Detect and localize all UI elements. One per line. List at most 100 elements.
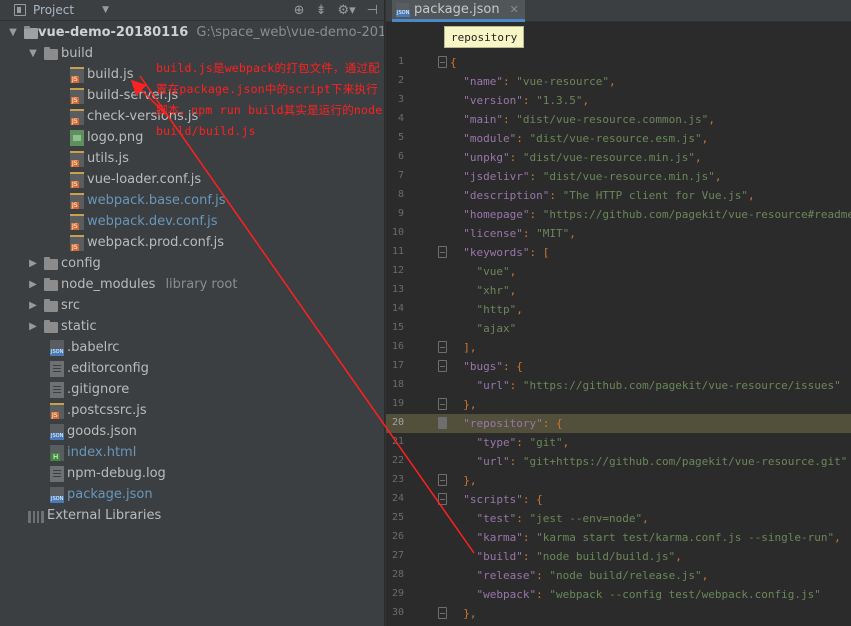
tree-file-row[interactable]: package.json <box>0 484 384 505</box>
line-number: 11 <box>391 246 404 257</box>
code-line[interactable]: 24 "scripts": { <box>386 490 851 509</box>
code-line[interactable]: 22 "url": "git+https://github.com/pageki… <box>386 452 851 471</box>
code-text: "version": "1.3.5", <box>463 94 590 107</box>
hide-icon[interactable]: ⊣ <box>367 3 378 18</box>
line-number: 4 <box>397 113 404 124</box>
js-file-icon <box>70 193 84 209</box>
collapse-icon[interactable]: ⇟ <box>316 3 327 18</box>
code-line[interactable]: 23 }, <box>386 471 851 490</box>
code-line[interactable]: 15 "ajax" <box>386 319 851 338</box>
code-line[interactable]: 11 "keywords": [ <box>386 243 851 262</box>
tree-item-label: .babelrc <box>67 340 120 355</box>
collapsed-arrow-icon[interactable]: ▶ <box>28 258 38 269</box>
code-line[interactable]: 28 "release": "node build/release.js", <box>386 566 851 585</box>
tree-folder-row[interactable]: ▼ vue-demo-20180116 G:\space_web\vue-demo-… <box>0 22 384 43</box>
code-line[interactable]: 19 }, <box>386 395 851 414</box>
library-root-note: library root <box>165 277 238 292</box>
line-number: 25 <box>391 512 404 523</box>
project-view-selector[interactable]: Project <box>33 3 74 17</box>
code-line[interactable]: 7 "jsdelivr": "dist/vue-resource.min.js"… <box>386 167 851 186</box>
line-number: 5 <box>397 132 404 143</box>
fold-marker-icon[interactable] <box>438 398 447 410</box>
tree-file-row[interactable]: .postcssrc.js <box>0 400 384 421</box>
code-line[interactable]: 6 "unpkg": "dist/vue-resource.min.js", <box>386 148 851 167</box>
code-line[interactable]: 14 "http", <box>386 300 851 319</box>
txt-file-icon <box>50 466 64 482</box>
tree-folder-row[interactable]: ▶ src <box>0 295 384 316</box>
target-icon[interactable]: ⊕ <box>294 3 305 18</box>
code-line[interactable]: 26 "karma": "karma start test/karma.conf… <box>386 528 851 547</box>
tree-file-row[interactable]: goods.json <box>0 421 384 442</box>
gear-icon[interactable]: ⚙▾ <box>337 3 355 18</box>
tree-folder-row[interactable]: ▶ config <box>0 253 384 274</box>
code-line[interactable]: 17 "bugs": { <box>386 357 851 376</box>
tree-file-row[interactable]: webpack.dev.conf.js <box>0 211 384 232</box>
tree-folder-row[interactable]: ▶ node_modules library root <box>0 274 384 295</box>
tree-file-row[interactable]: utils.js <box>0 148 384 169</box>
txt-file-icon <box>50 361 64 377</box>
tree-file-row[interactable]: .gitignore <box>0 379 384 400</box>
collapsed-arrow-icon[interactable]: ▶ <box>28 279 38 290</box>
line-number: 20 <box>391 417 404 428</box>
line-number: 30 <box>391 607 404 618</box>
code-line[interactable]: 8 "description": "The HTTP client for Vu… <box>386 186 851 205</box>
tree-file-row[interactable]: npm-debug.log <box>0 463 384 484</box>
tree-file-row[interactable]: .editorconfig <box>0 358 384 379</box>
project-icon <box>14 4 26 16</box>
code-line[interactable]: 13 "xhr", <box>386 281 851 300</box>
tab-package-json[interactable]: package.json ✕ <box>392 0 525 22</box>
code-line[interactable]: 29 "webpack": "webpack --config test/web… <box>386 585 851 604</box>
expanded-arrow-icon[interactable]: ▼ <box>28 48 38 59</box>
fold-marker-icon[interactable] <box>438 341 447 353</box>
tree-file-row[interactable]: External Libraries <box>0 505 384 526</box>
json-file-icon <box>50 487 65 503</box>
code-line[interactable]: 10 "license": "MIT", <box>386 224 851 243</box>
tree-file-row[interactable]: webpack.base.conf.js <box>0 190 384 211</box>
chevron-down-icon[interactable]: ▼ <box>102 5 109 15</box>
code-line[interactable]: 25 "test": "jest --env=node", <box>386 509 851 528</box>
close-icon[interactable]: ✕ <box>510 3 519 16</box>
tree-file-row[interactable]: .babelrc <box>0 337 384 358</box>
html-file-icon <box>50 445 64 461</box>
tree-item-label: build.js <box>87 67 134 82</box>
folder-icon <box>44 47 58 60</box>
code-line[interactable]: 5 "module": "dist/vue-resource.esm.js", <box>386 129 851 148</box>
collapsed-arrow-icon[interactable]: ▶ <box>28 300 38 311</box>
code-line[interactable]: 4 "main": "dist/vue-resource.common.js", <box>386 110 851 129</box>
code-line[interactable]: 12 "vue", <box>386 262 851 281</box>
tree-file-row[interactable]: vue-loader.conf.js <box>0 169 384 190</box>
tab-label: package.json <box>414 2 500 17</box>
line-number: 29 <box>391 588 404 599</box>
code-text: "name": "vue-resource", <box>463 75 616 88</box>
code-line[interactable]: 20 "repository": { <box>386 414 851 433</box>
code-line[interactable]: 1{ <box>386 53 851 72</box>
tree-item-label: src <box>61 298 80 313</box>
tree-file-row[interactable]: index.html <box>0 442 384 463</box>
code-line[interactable]: 2 "name": "vue-resource", <box>386 72 851 91</box>
line-number: 10 <box>391 227 404 238</box>
line-number: 3 <box>397 94 404 105</box>
line-number: 6 <box>397 151 404 162</box>
expanded-arrow-icon[interactable]: ▼ <box>8 27 18 38</box>
tree-file-row[interactable]: webpack.prod.conf.js <box>0 232 384 253</box>
tree-item-label: build <box>61 46 93 61</box>
code-line[interactable]: 16 ], <box>386 338 851 357</box>
fold-marker-icon[interactable] <box>438 417 447 429</box>
code-line[interactable]: 27 "build": "node build/build.js", <box>386 547 851 566</box>
code-line[interactable]: 21 "type": "git", <box>386 433 851 452</box>
fold-marker-icon[interactable] <box>438 360 447 372</box>
code-line[interactable]: 30 }, <box>386 604 851 623</box>
code-line[interactable]: 3 "version": "1.3.5", <box>386 91 851 110</box>
code-line[interactable]: 9 "homepage": "https://github.com/pageki… <box>386 205 851 224</box>
line-number: 18 <box>391 379 404 390</box>
json-file-icon <box>396 2 411 17</box>
fold-marker-icon[interactable] <box>438 56 447 68</box>
fold-marker-icon[interactable] <box>438 246 447 258</box>
fold-marker-icon[interactable] <box>438 607 447 619</box>
fold-marker-icon[interactable] <box>438 474 447 486</box>
tree-folder-row[interactable]: ▶ static <box>0 316 384 337</box>
code-line[interactable]: 18 "url": "https://github.com/pagekit/vu… <box>386 376 851 395</box>
fold-marker-icon[interactable] <box>438 493 447 505</box>
code-text: "main": "dist/vue-resource.common.js", <box>463 113 715 126</box>
collapsed-arrow-icon[interactable]: ▶ <box>28 321 38 332</box>
